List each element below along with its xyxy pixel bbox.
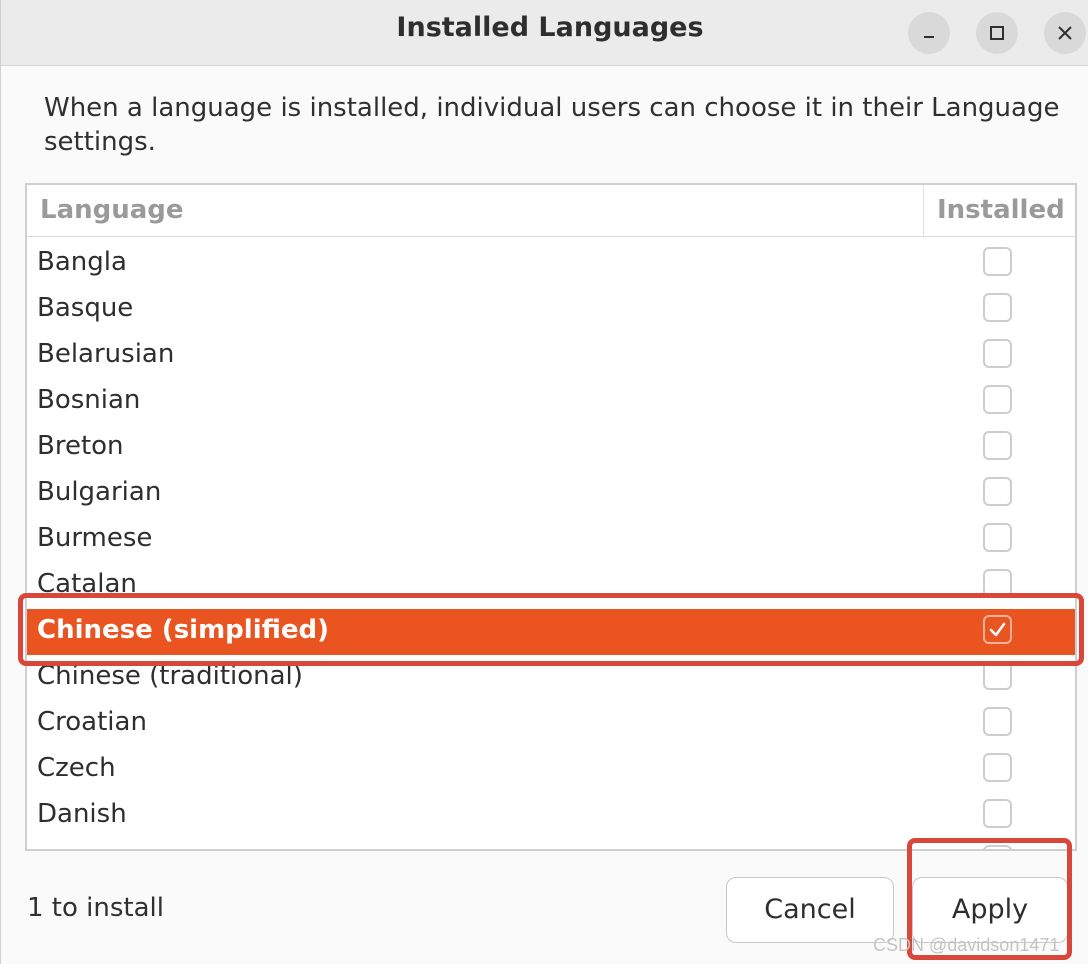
- installed-checkbox[interactable]: [983, 845, 1012, 849]
- language-name: Danish: [37, 799, 127, 829]
- language-name: Bangla: [37, 247, 127, 277]
- installed-checkbox[interactable]: [983, 477, 1012, 506]
- installed-checkbox[interactable]: [983, 753, 1012, 782]
- list-item[interactable]: Chinese (simplified): [27, 609, 1075, 655]
- close-icon: [1058, 26, 1072, 40]
- list-rows: Bangla Basque Belarusian Bosnian Breton Bulga…: [27, 241, 1075, 849]
- language-name: Basque: [37, 293, 134, 323]
- installed-checkbox[interactable]: [983, 431, 1012, 460]
- list-item[interactable]: Bangla: [27, 241, 1075, 287]
- title-bar: Installed Languages: [1, 0, 1088, 66]
- column-header-installed[interactable]: Installed: [937, 195, 1065, 225]
- list-header: Language Installed: [27, 185, 1075, 237]
- column-header-language[interactable]: Language: [40, 195, 184, 225]
- list-item[interactable]: Basque: [27, 287, 1075, 333]
- maximize-button[interactable]: [976, 12, 1018, 54]
- installed-checkbox[interactable]: [983, 615, 1012, 644]
- language-name: Burmese: [37, 523, 153, 553]
- list-item[interactable]: Belarusian: [27, 333, 1075, 379]
- maximize-icon: [990, 26, 1004, 40]
- installed-checkbox[interactable]: [983, 293, 1012, 322]
- installed-checkbox[interactable]: [983, 247, 1012, 276]
- apply-button[interactable]: Apply: [912, 877, 1068, 943]
- description-text: When a language is installed, individual…: [44, 93, 1060, 157]
- installed-checkbox[interactable]: [983, 799, 1012, 828]
- language-name: Croatian: [37, 707, 147, 737]
- list-item[interactable]: [27, 839, 1075, 849]
- column-divider: [923, 185, 924, 237]
- language-name: Bosnian: [37, 385, 141, 415]
- installed-checkbox[interactable]: [983, 523, 1012, 552]
- installed-checkbox[interactable]: [983, 569, 1012, 598]
- language-name: Catalan: [37, 569, 137, 599]
- minimize-button[interactable]: [908, 12, 950, 54]
- language-name: Belarusian: [37, 339, 175, 369]
- checkmark-icon: [989, 622, 1006, 637]
- installed-checkbox[interactable]: [983, 339, 1012, 368]
- list-item[interactable]: Bulgarian: [27, 471, 1075, 517]
- installed-checkbox[interactable]: [983, 661, 1012, 690]
- language-list[interactable]: Language Installed Bangla Basque Belarusia…: [25, 183, 1077, 851]
- installed-languages-window: Installed Languages When a language is i…: [0, 0, 1088, 964]
- list-item[interactable]: Burmese: [27, 517, 1075, 563]
- language-name: Breton: [37, 431, 124, 461]
- language-name: Chinese (traditional): [37, 661, 303, 691]
- list-item[interactable]: Bosnian: [27, 379, 1075, 425]
- installed-checkbox[interactable]: [983, 707, 1012, 736]
- list-item[interactable]: Danish: [27, 793, 1075, 839]
- list-item[interactable]: Catalan: [27, 563, 1075, 609]
- language-name: Chinese (simplified): [37, 615, 330, 645]
- watermark: CSDN @davidson1471: [873, 935, 1060, 955]
- list-item[interactable]: Croatian: [27, 701, 1075, 747]
- install-status: 1 to install: [27, 893, 164, 923]
- language-name: Bulgarian: [37, 477, 162, 507]
- list-item[interactable]: Czech: [27, 747, 1075, 793]
- cancel-button[interactable]: Cancel: [726, 877, 894, 943]
- list-item[interactable]: Breton: [27, 425, 1075, 471]
- language-name: Czech: [37, 753, 116, 783]
- minimize-icon: [924, 36, 934, 38]
- list-item[interactable]: Chinese (traditional): [27, 655, 1075, 701]
- close-button[interactable]: [1044, 12, 1086, 54]
- installed-checkbox[interactable]: [983, 385, 1012, 414]
